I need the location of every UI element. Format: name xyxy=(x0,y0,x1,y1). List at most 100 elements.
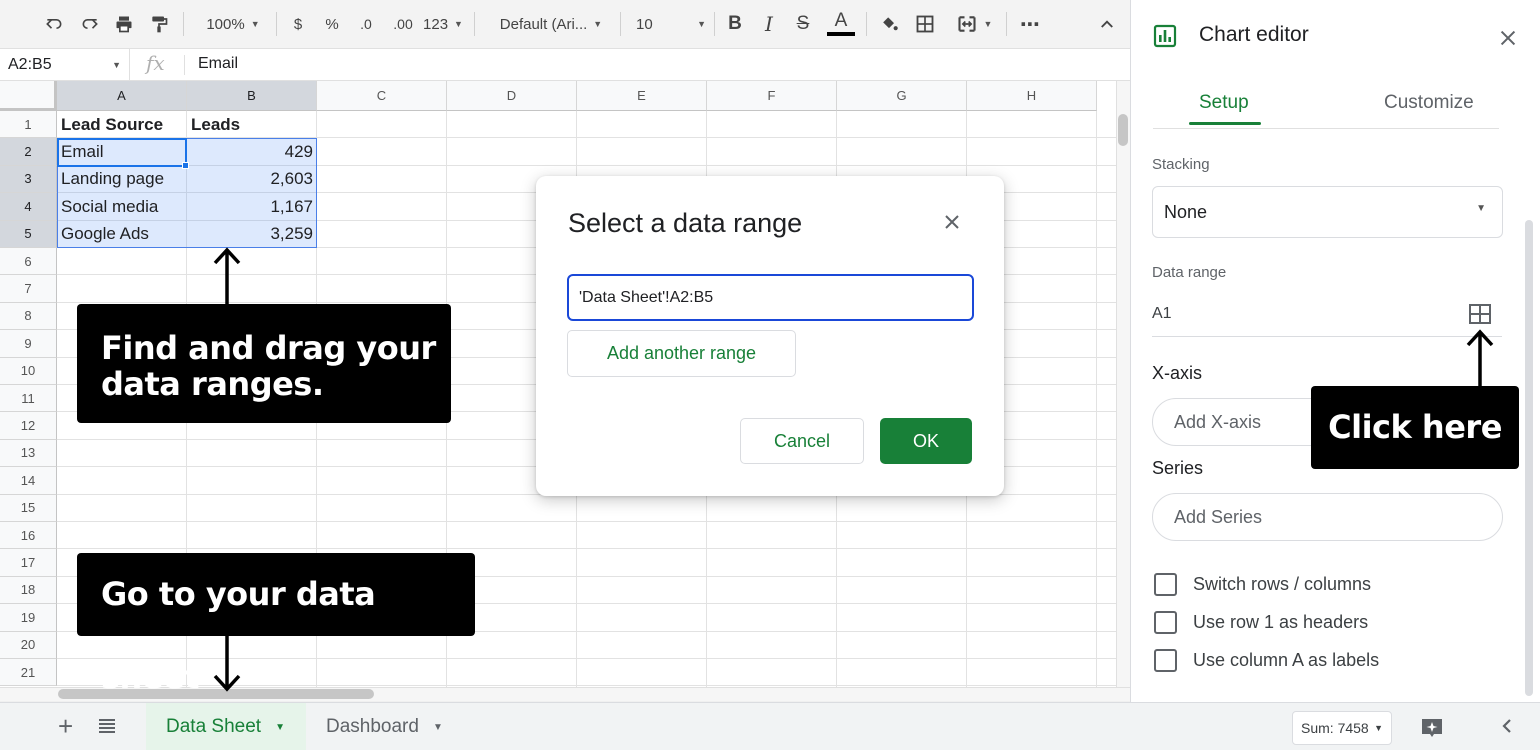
table-cell[interactable]: Google Ads xyxy=(57,221,187,248)
italic-button[interactable]: I xyxy=(758,0,780,48)
add-another-range-button[interactable]: Add another range xyxy=(567,330,796,377)
grid-line xyxy=(1096,111,1097,687)
ok-button[interactable]: OK xyxy=(880,418,972,464)
text-color-button[interactable]: A xyxy=(826,0,856,48)
row-header[interactable]: 12 xyxy=(0,412,57,440)
row-header[interactable]: 11 xyxy=(0,385,57,413)
table-cell[interactable]: 3,259 xyxy=(187,221,317,248)
row-header[interactable]: 4 xyxy=(0,193,57,221)
use-columnA-labels-checkbox[interactable] xyxy=(1154,649,1177,672)
font-select[interactable]: Default (Ari... ▼ xyxy=(492,0,610,48)
chevron-down-icon: ▼ xyxy=(1476,203,1486,214)
row-header[interactable]: 2 xyxy=(0,138,57,166)
row-header[interactable]: 20 xyxy=(0,631,57,659)
font-size-select[interactable]: 10 ▼ xyxy=(636,0,706,48)
cancel-button[interactable]: Cancel xyxy=(740,418,864,464)
row-header[interactable]: 17 xyxy=(0,549,57,577)
row-header[interactable]: 5 xyxy=(0,220,57,248)
borders-icon[interactable] xyxy=(912,0,938,48)
currency-button[interactable]: $ xyxy=(288,0,308,48)
stacking-select[interactable]: None ▼ xyxy=(1152,186,1503,238)
undo-icon[interactable] xyxy=(40,0,68,48)
increase-decimals-button[interactable]: .00 xyxy=(388,0,418,48)
zoom-select[interactable]: 100% ▼ xyxy=(198,0,268,48)
column-header[interactable]: D xyxy=(447,81,577,111)
row-header[interactable]: 7 xyxy=(0,275,57,303)
toolbar-divider xyxy=(620,12,621,36)
sum-summary-select[interactable]: Sum: 7458 ▼ xyxy=(1292,711,1392,745)
toolbar-divider xyxy=(1006,12,1007,36)
fill-color-icon[interactable] xyxy=(876,0,902,48)
vertical-scroll-thumb[interactable] xyxy=(1118,114,1128,146)
column-header[interactable]: B xyxy=(187,81,317,111)
row-header[interactable]: 3 xyxy=(0,165,57,194)
vertical-scrollbar[interactable] xyxy=(1116,81,1130,687)
collapse-side-panel-icon[interactable] xyxy=(1500,717,1514,740)
name-box-value: A2:B5 xyxy=(8,55,52,73)
tab-divider xyxy=(1153,128,1499,129)
data-range-input[interactable]: 'Data Sheet'!A2:B5 xyxy=(567,274,974,321)
tab-customize[interactable]: Customize xyxy=(1384,92,1474,114)
table-cell[interactable]: 429 xyxy=(187,138,317,165)
row-header[interactable]: 9 xyxy=(0,330,57,358)
sheet-tab-dashboard[interactable]: Dashboard ▼ xyxy=(326,703,443,750)
more-options-icon[interactable]: ⋯ xyxy=(1016,0,1044,48)
use-row1-headers-checkbox[interactable] xyxy=(1154,611,1177,634)
row-header[interactable]: 15 xyxy=(0,494,57,522)
column-header[interactable]: G xyxy=(837,81,967,111)
row-header[interactable]: 18 xyxy=(0,576,57,605)
column-header[interactable]: A xyxy=(57,81,187,111)
row-header[interactable]: 1 xyxy=(0,111,57,139)
panel-scrollbar[interactable] xyxy=(1525,220,1533,696)
column-header[interactable]: E xyxy=(577,81,707,111)
header-cell[interactable]: Lead Source xyxy=(57,111,187,138)
tab-setup[interactable]: Setup xyxy=(1199,92,1249,114)
column-header[interactable]: F xyxy=(707,81,837,111)
panel-title: Chart editor xyxy=(1199,23,1309,46)
name-box[interactable]: A2:B5 ▼ xyxy=(0,49,130,80)
toolbar-divider xyxy=(866,12,867,36)
add-sheet-button[interactable]: + xyxy=(58,713,73,739)
row-header[interactable]: 13 xyxy=(0,439,57,468)
strikethrough-button[interactable]: S xyxy=(792,0,814,48)
percent-button[interactable]: % xyxy=(322,0,342,48)
fx-icon: fx xyxy=(146,51,165,75)
collapse-toolbar-icon[interactable] xyxy=(1094,0,1120,48)
use-row1-headers-label: Use row 1 as headers xyxy=(1193,612,1369,632)
row-header[interactable]: 10 xyxy=(0,357,57,385)
chevron-down-icon[interactable]: ▼ xyxy=(275,722,285,733)
column-header[interactable]: C xyxy=(317,81,447,111)
row-header[interactable]: 14 xyxy=(0,467,57,495)
row-header[interactable]: 19 xyxy=(0,604,57,632)
add-series-button[interactable]: Add Series xyxy=(1152,493,1503,541)
column-header[interactable]: H xyxy=(967,81,1097,111)
row-header[interactable]: 6 xyxy=(0,248,57,276)
redo-icon[interactable] xyxy=(76,0,104,48)
formula-input[interactable]: Email xyxy=(198,55,238,73)
decrease-decimals-button[interactable]: .0 xyxy=(354,0,378,48)
select-all-corner[interactable] xyxy=(0,81,57,111)
switch-rows-columns-checkbox[interactable] xyxy=(1154,573,1177,596)
table-cell[interactable]: Landing page xyxy=(57,166,187,193)
chart-icon xyxy=(1153,24,1177,48)
data-range-field[interactable]: A1 xyxy=(1152,305,1172,323)
bold-button[interactable]: B xyxy=(724,0,746,48)
header-cell[interactable]: Leads xyxy=(187,111,317,138)
all-sheets-icon[interactable] xyxy=(97,716,117,736)
paint-format-icon[interactable] xyxy=(145,0,173,48)
table-cell[interactable]: Email xyxy=(57,138,187,165)
chevron-down-icon[interactable]: ▼ xyxy=(433,722,443,733)
select-range-grid-icon[interactable] xyxy=(1469,304,1491,324)
table-cell[interactable]: Social media xyxy=(57,193,187,220)
close-icon[interactable] xyxy=(1497,27,1519,49)
row-header[interactable]: 21 xyxy=(0,659,57,687)
explore-icon[interactable] xyxy=(1420,716,1444,740)
row-header[interactable]: 16 xyxy=(0,522,57,550)
merge-cells-icon[interactable]: ▼ xyxy=(950,0,998,48)
close-icon[interactable] xyxy=(940,210,964,234)
table-cell[interactable]: 2,603 xyxy=(187,166,317,193)
print-icon[interactable] xyxy=(110,0,138,48)
table-cell[interactable]: 1,167 xyxy=(187,193,317,220)
row-header[interactable]: 8 xyxy=(0,302,57,331)
more-formats-button[interactable]: 123 ▼ xyxy=(422,0,464,48)
